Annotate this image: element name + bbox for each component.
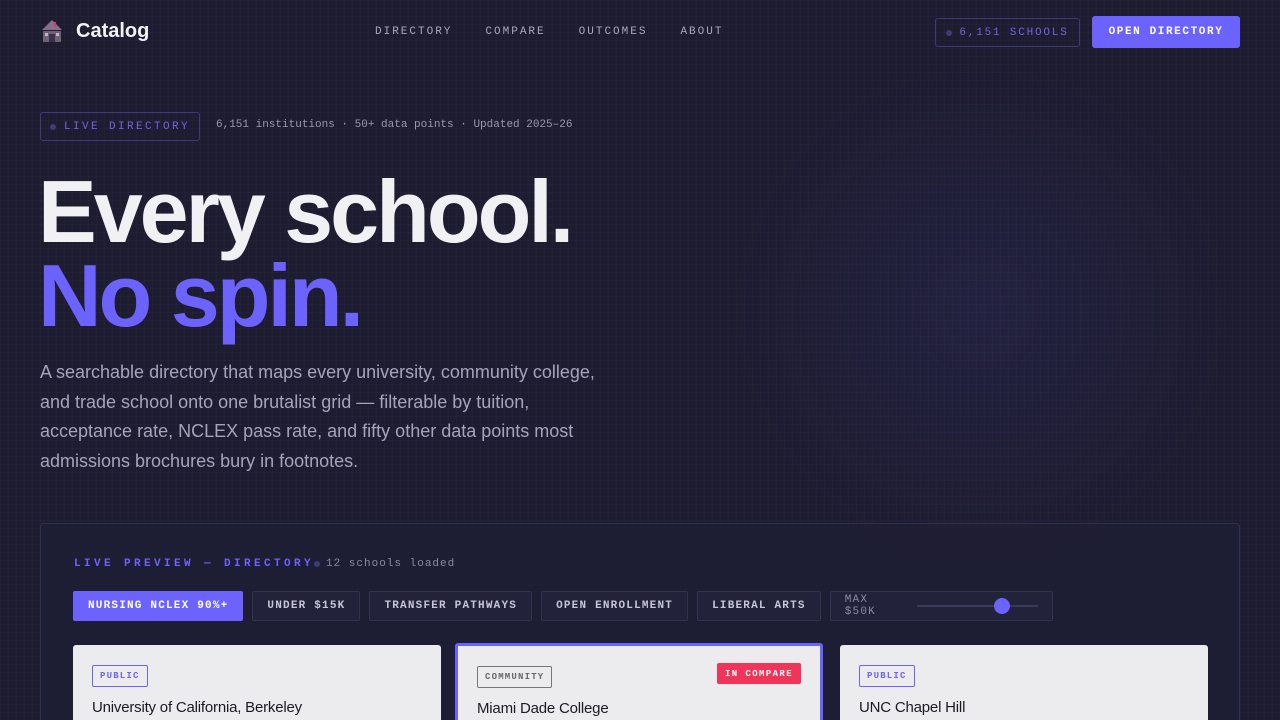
live-directory-label: LIVE DIRECTORY xyxy=(63,120,190,133)
nav-outcomes[interactable]: OUTCOMES xyxy=(579,26,648,38)
hero-description: A searchable directory that maps every u… xyxy=(40,362,595,471)
schools-count-badge[interactable]: 6,151 SCHOOLS xyxy=(935,18,1080,47)
slider-handle[interactable] xyxy=(993,598,1010,614)
schools-count-label: 6,151 SCHOOLS xyxy=(959,26,1069,39)
filter-bar: NURSING NCLEX 90%+ UNDER $15K TRANSFER P… xyxy=(73,591,1053,621)
slider-label: MAX $50K xyxy=(844,594,876,618)
hero-meta: 6,151 institutions · 50+ data points · U… xyxy=(216,119,573,131)
school-type-tag: PUBLIC xyxy=(92,665,148,687)
school-name[interactable]: University of California, Berkeley xyxy=(92,699,302,716)
logo-text: Catalog xyxy=(76,19,150,42)
filter-open-enrollment[interactable]: OPEN ENROLLMENT xyxy=(541,591,689,621)
hero-title-line2: No spin. xyxy=(38,246,364,345)
school-card-selected[interactable]: COMMUNITY IN COMPARE Miami Dade College xyxy=(455,643,823,720)
live-dot-icon xyxy=(49,123,56,130)
school-type-tag: PUBLIC xyxy=(859,665,915,687)
filter-nursing-nclex[interactable]: NURSING NCLEX 90%+ xyxy=(73,591,244,621)
schools-loaded-label: 12 schools loaded xyxy=(326,558,456,570)
nav-directory[interactable]: DIRECTORY xyxy=(375,26,452,38)
filter-liberal-arts[interactable]: LIBERAL ARTS xyxy=(697,591,821,621)
open-directory-button[interactable]: OPEN DIRECTORY xyxy=(1092,16,1240,48)
school-type-tag: COMMUNITY xyxy=(477,666,553,688)
preview-title: LIVE PREVIEW — DIRECTORY xyxy=(74,558,315,570)
slider-track[interactable] xyxy=(917,598,1038,614)
filter-transfer-pathways[interactable]: TRANSFER PATHWAYS xyxy=(369,591,533,621)
hero-title-line1: Every school. xyxy=(38,162,574,261)
school-card[interactable]: PUBLIC UNC Chapel Hill xyxy=(840,645,1208,720)
status-dot-icon xyxy=(946,29,953,36)
school-card[interactable]: PUBLIC University of California, Berkele… xyxy=(73,645,441,720)
max-tuition-slider[interactable]: MAX $50K xyxy=(829,591,1053,621)
nav-compare[interactable]: COMPARE xyxy=(485,26,545,38)
main-nav: DIRECTORY COMPARE OUTCOMES ABOUT xyxy=(375,26,723,38)
filter-under-15k[interactable]: UNDER $15K xyxy=(252,591,361,621)
live-directory-badge: LIVE DIRECTORY xyxy=(40,112,200,141)
preview-status: 12 schools loaded xyxy=(314,558,455,570)
nav-about[interactable]: ABOUT xyxy=(680,26,723,38)
in-compare-badge[interactable]: IN COMPARE xyxy=(716,663,801,684)
school-name[interactable]: Miami Dade College xyxy=(477,700,609,717)
logo[interactable]: Catalog xyxy=(40,18,149,44)
school-name[interactable]: UNC Chapel Hill xyxy=(859,699,965,716)
live-preview-panel: LIVE PREVIEW — DIRECTORY 12 schools load… xyxy=(40,523,1240,720)
catalog-logo-icon xyxy=(42,20,62,42)
loaded-dot-icon xyxy=(314,561,320,567)
